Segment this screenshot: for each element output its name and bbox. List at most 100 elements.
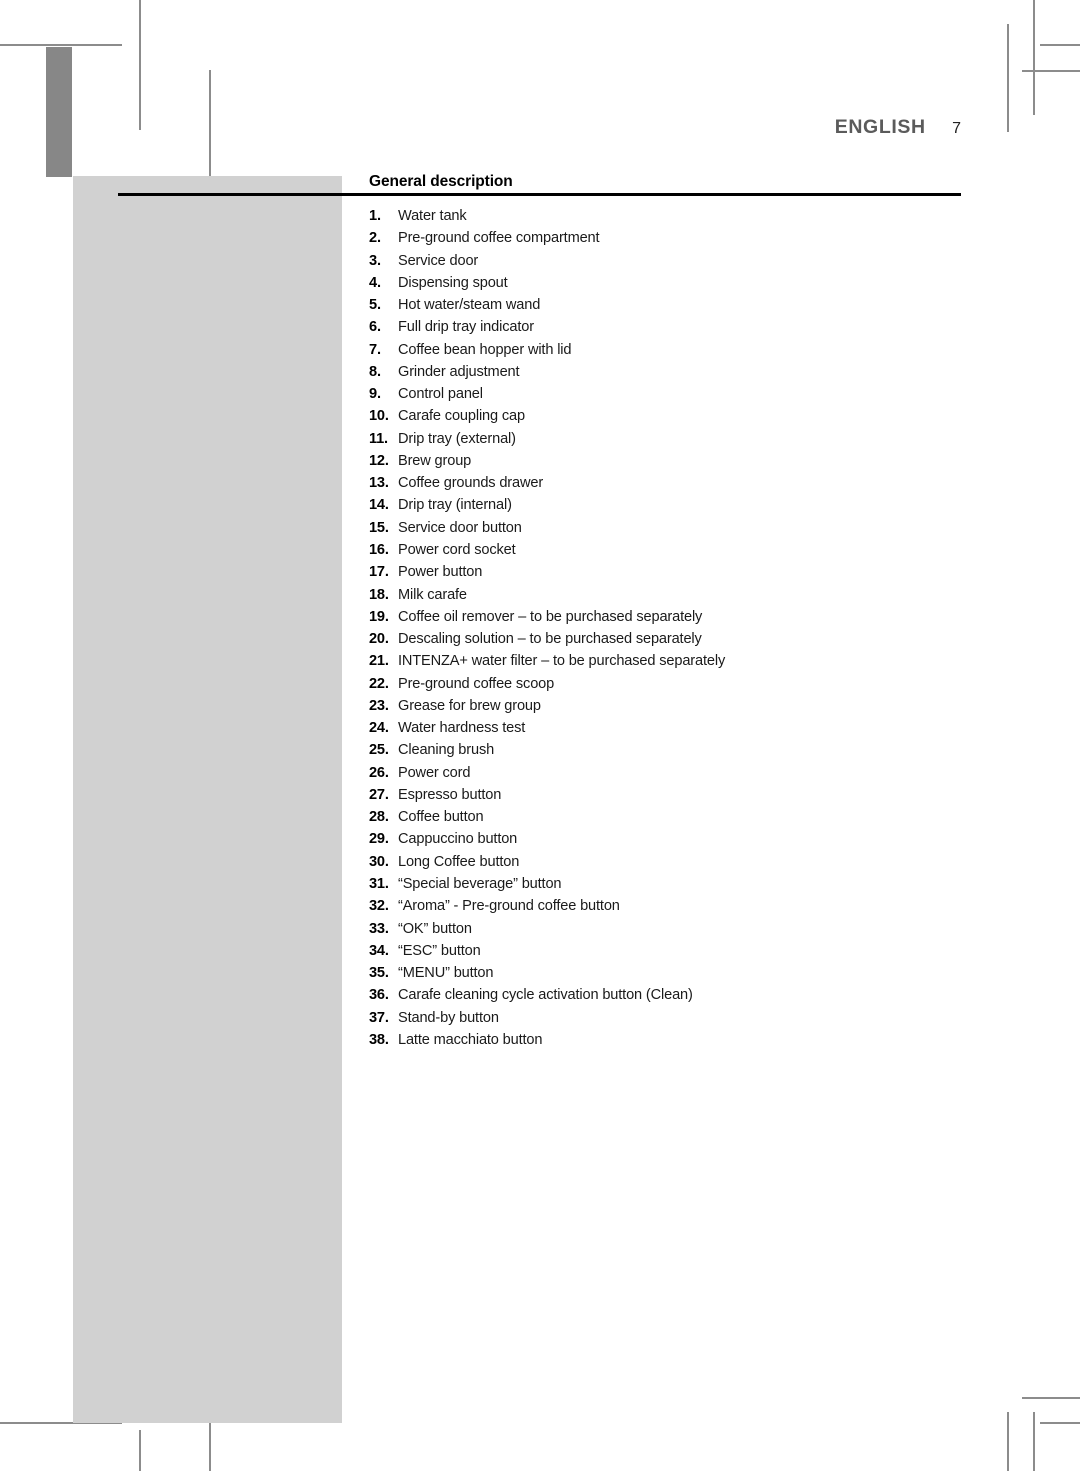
- part-number: 21.: [369, 653, 389, 670]
- part-label: Cleaning brush: [398, 742, 495, 759]
- part-label: Descaling solution – to be purchased sep…: [398, 631, 702, 648]
- part-list-item: 35. “MENU” button: [369, 965, 969, 987]
- part-list-item: 21. INTENZA+ water filter – to be purchas…: [369, 653, 969, 675]
- part-list-item: 15. Service door button: [369, 520, 969, 542]
- crop-mark-bottom-right-horizontal: [1040, 1422, 1080, 1424]
- part-label: Service door button: [398, 519, 522, 536]
- manual-page: ENGLISH 7 General description 1. Water ta…: [0, 0, 1080, 1471]
- part-list-item: 20. Descaling solution – to be purchased …: [369, 631, 969, 653]
- part-list-item: 33. “OK” button: [369, 921, 969, 943]
- part-number: 14.: [369, 497, 389, 514]
- part-label: Espresso button: [398, 786, 502, 803]
- illustration-panel: [73, 176, 342, 1423]
- part-list-item: 34. “ESC” button: [369, 943, 969, 965]
- crop-mark-bottom-left-vertical: [139, 1430, 141, 1471]
- part-label: Latte macchiato button: [398, 1031, 543, 1048]
- part-list-item: 30. Long Coffee button: [369, 854, 969, 876]
- part-number: 36.: [369, 987, 389, 1004]
- crop-mark-top-right-inner-horizontal: [1022, 70, 1080, 72]
- part-label: Coffee oil remover – to be purchased sep…: [398, 608, 703, 625]
- part-label: Water hardness test: [398, 720, 526, 737]
- part-label: Coffee grounds drawer: [398, 475, 544, 492]
- part-list-item: 8. Grinder adjustment: [369, 364, 969, 386]
- crop-mark-top-right-horizontal: [1040, 44, 1080, 46]
- part-number: 34.: [369, 942, 389, 959]
- part-list-item: 3. Service door: [369, 253, 969, 275]
- part-number: 31.: [369, 875, 389, 892]
- part-number: 30.: [369, 853, 389, 870]
- part-number: 4.: [369, 274, 381, 291]
- part-number: 22.: [369, 675, 389, 692]
- part-list-item: 31. “Special beverage” button: [369, 876, 969, 898]
- part-list-item: 6. Full drip tray indicator: [369, 319, 969, 341]
- part-list-item: 29. Cappuccino button: [369, 831, 969, 853]
- part-label: Dispensing spout: [398, 274, 508, 291]
- part-number: 28.: [369, 809, 389, 826]
- part-label: Long Coffee button: [398, 853, 520, 870]
- part-number: 11.: [369, 430, 388, 447]
- part-label: “OK” button: [398, 920, 472, 937]
- part-label: Stand-by button: [398, 1009, 499, 1026]
- part-number: 5.: [369, 297, 381, 314]
- part-label: Carafe coupling cap: [398, 408, 525, 425]
- crop-mark-top-right-vertical: [1033, 0, 1035, 115]
- part-number: 24.: [369, 720, 389, 737]
- part-label: Power cord socket: [398, 541, 516, 558]
- part-number: 10.: [369, 408, 389, 425]
- part-list-item: 10. Carafe coupling cap: [369, 408, 969, 430]
- part-list-item: 11. Drip tray (external): [369, 431, 969, 453]
- part-list-item: 19. Coffee oil remover – to be purchased …: [369, 609, 969, 631]
- part-list-item: 25. Cleaning brush: [369, 742, 969, 764]
- part-number: 7.: [369, 341, 381, 358]
- part-label: “Special beverage” button: [398, 875, 562, 892]
- part-label: Drip tray (external): [398, 430, 516, 447]
- part-number: 27.: [369, 786, 389, 803]
- page-number: 7: [952, 120, 961, 137]
- part-number: 33.: [369, 920, 389, 937]
- part-label: Hot water/steam wand: [398, 297, 541, 314]
- running-header: ENGLISH 7: [0, 116, 961, 138]
- part-list-item: 4. Dispensing spout: [369, 275, 969, 297]
- part-label: Water tank: [398, 208, 467, 224]
- part-list-item: 23. Grease for brew group: [369, 698, 969, 720]
- part-list-item: 18. Milk carafe: [369, 587, 969, 609]
- part-label: Brew group: [398, 452, 472, 469]
- part-label: Power cord: [398, 764, 471, 781]
- part-number: 23.: [369, 697, 389, 714]
- part-list-item: 16. Power cord socket: [369, 542, 969, 564]
- crop-mark-bottom-right-vertical: [1033, 1412, 1035, 1471]
- part-list-item: 9. Control panel: [369, 386, 969, 408]
- part-number: 18.: [369, 586, 389, 603]
- crop-mark-top-right-inner-vertical: [1007, 24, 1009, 132]
- part-list-item: 22. Pre-ground coffee scoop: [369, 676, 969, 698]
- part-list-item: 5. Hot water/steam wand: [369, 297, 969, 319]
- part-label: Full drip tray indicator: [398, 319, 534, 336]
- part-list-item: 27. Espresso button: [369, 787, 969, 809]
- part-label: Cappuccino button: [398, 831, 518, 848]
- part-number: 8.: [369, 363, 381, 380]
- part-list-item: 32. “Aroma” - Pre-ground coffee button: [369, 898, 969, 920]
- part-number: 3.: [369, 252, 381, 269]
- header-language-label: ENGLISH: [834, 116, 926, 138]
- part-label: Service door: [398, 252, 479, 269]
- part-number: 6.: [369, 319, 381, 336]
- part-label: Milk carafe: [398, 586, 467, 603]
- part-number: 2.: [369, 230, 381, 247]
- part-label: Coffee button: [398, 809, 484, 826]
- part-list-item: 7. Coffee bean hopper with lid: [369, 342, 969, 364]
- part-number: 20.: [369, 631, 389, 648]
- part-list-item: 28. Coffee button: [369, 809, 969, 831]
- part-label: Control panel: [398, 386, 483, 403]
- section-heading: General description: [369, 173, 513, 190]
- part-list-item: 13. Coffee grounds drawer: [369, 475, 969, 497]
- part-label: “ESC” button: [398, 942, 481, 959]
- part-label: “MENU” button: [398, 965, 494, 982]
- parts-list: 1. Water tank 2. Pre-ground coffee compartm…: [369, 208, 969, 1054]
- part-list-item: 14. Drip tray (internal): [369, 497, 969, 519]
- part-number: 38.: [369, 1031, 389, 1048]
- part-number: 16.: [369, 541, 389, 558]
- heading-rule: [118, 193, 961, 196]
- part-number: 15.: [369, 519, 389, 536]
- part-list-item: 37. Stand-by button: [369, 1010, 969, 1032]
- part-label: “Aroma” - Pre-ground coffee button: [398, 898, 620, 915]
